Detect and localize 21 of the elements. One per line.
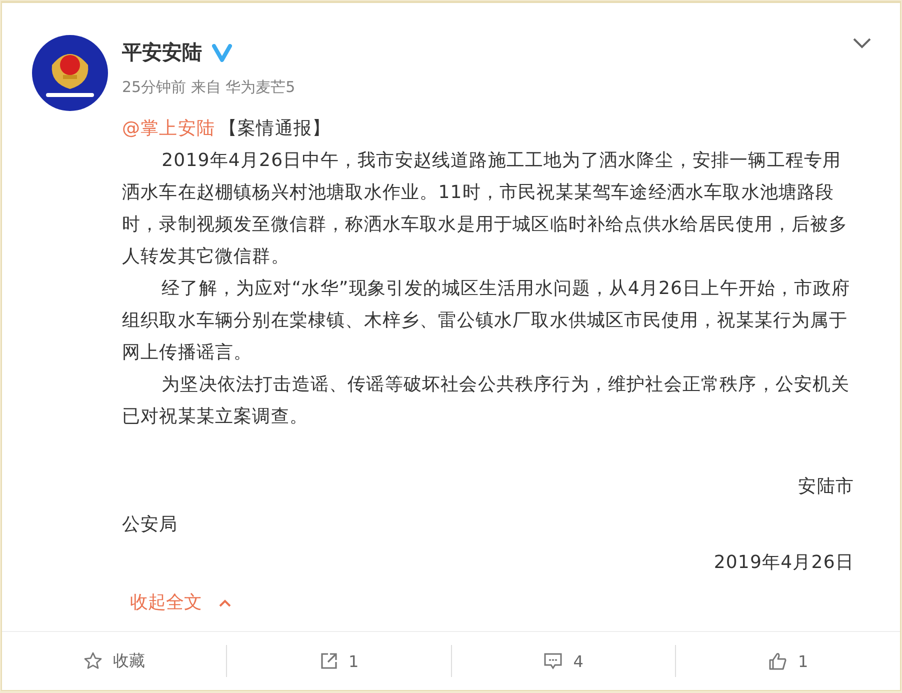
account-name[interactable]: 平安安陆	[122, 39, 202, 66]
favorite-button[interactable]: 收藏	[2, 632, 226, 690]
post-tag: 【案情通报】	[219, 118, 331, 139]
paragraph: 2019年4月26日中午，我市安赵线道路施工工地为了洒水降尘，安排一辆工程专用洒水车在赵棚镇杨兴村池塘取水作业。11时，市民祝某某驾车途经洒水车取水池塘路段时，录制视频发至微信群，称洒水车取水是用于城区临时补给点供水给居民使用，后被多人转发其它微信群。	[122, 149, 848, 269]
post-meta: 25分钟前 来自 华为麦芒5	[122, 78, 296, 97]
comment-icon	[543, 651, 564, 671]
collapse-link[interactable]: 收起全文	[122, 585, 232, 619]
mention-link[interactable]: @掌上安陆	[122, 118, 215, 139]
share-icon	[318, 651, 339, 671]
repost-button[interactable]: 1	[226, 632, 450, 690]
caret-up-icon	[218, 598, 232, 608]
comment-button[interactable]: 4	[452, 632, 676, 690]
thumbs-up-icon	[768, 651, 788, 671]
signature-line: 公安局	[122, 513, 178, 537]
signature-line: 2019年4月26日	[714, 551, 854, 575]
like-button[interactable]: 1	[676, 632, 900, 690]
chevron-down-icon[interactable]	[852, 37, 872, 49]
paragraph: 经了解，为应对“水华”现象引发的城区生活用水问题，从4月26日上午开始，市政府组织取水车辆分别在棠棣镇、木梓乡、雷公镇水厂取水供城区市民使用，祝某某行为属于网上传播谣言。	[122, 277, 852, 365]
paragraph: 为坚决依法打击造谣、传谣等破坏社会公共秩序行为，维护社会正常秩序，公安机关已对祝某某立案调查。	[122, 373, 851, 429]
signature-line: 安陆市	[798, 475, 854, 499]
star-icon	[82, 651, 103, 671]
